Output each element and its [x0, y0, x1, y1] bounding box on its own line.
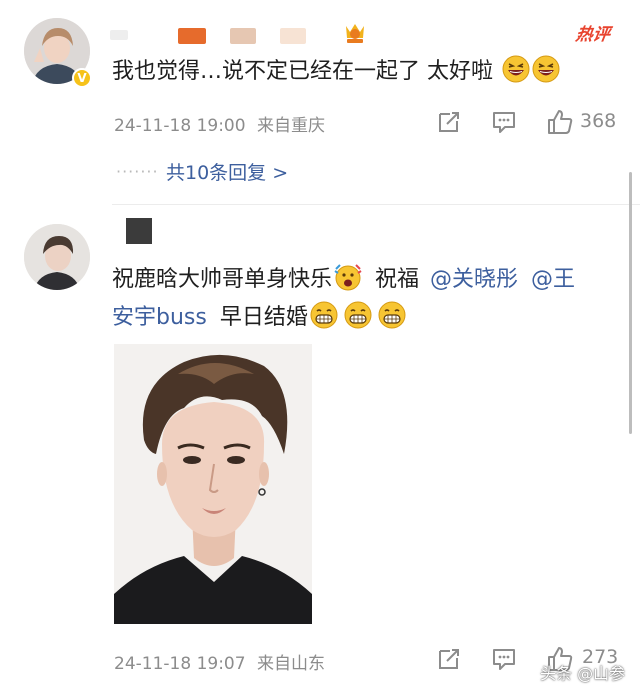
- like-count: 368: [580, 110, 617, 132]
- grinning-face-icon: [378, 301, 406, 329]
- laughing-face-icon: [502, 55, 530, 83]
- redacted-username: [110, 30, 128, 40]
- share-icon[interactable]: [436, 646, 462, 672]
- share-icon[interactable]: [436, 109, 462, 135]
- hot-comment-badge: 热评: [574, 25, 612, 45]
- mention-link[interactable]: @王: [531, 267, 575, 292]
- comment-meta: 24-11-18 19:00 来自重庆: [114, 111, 325, 136]
- comment-divider: [112, 204, 640, 205]
- comment-text-line2: 安宇buss 早日结婚: [112, 298, 406, 338]
- timestamp: 24-11-18 19:00: [114, 116, 246, 136]
- redacted-username: [178, 28, 206, 44]
- redacted-username: [230, 28, 256, 44]
- verified-badge-icon: V: [72, 68, 92, 88]
- location: 来自重庆: [256, 116, 325, 136]
- comment-icon[interactable]: [491, 109, 517, 135]
- view-replies-link[interactable]: 共10条回复 >: [166, 158, 288, 185]
- comment-attached-image[interactable]: [114, 344, 312, 624]
- level-badge-icon: [346, 24, 364, 43]
- timestamp: 24-11-18 19:07: [114, 654, 246, 674]
- comment-body: 早日结婚: [219, 305, 308, 330]
- like-icon[interactable]: [546, 108, 574, 136]
- redacted-username: [280, 28, 306, 44]
- redacted-username: [126, 218, 152, 244]
- comment-icon[interactable]: [491, 646, 517, 672]
- comment-body: 我也觉得…说不定已经在一起了 太好啦: [112, 59, 493, 84]
- source-watermark: 头条 @山参: [540, 664, 626, 683]
- replies-dots: ·······: [116, 162, 159, 181]
- commenter-avatar[interactable]: [24, 224, 90, 290]
- comment-meta: 24-11-18 19:07 来自山东: [114, 649, 325, 674]
- celebrating-face-icon: [334, 264, 362, 291]
- mention-link[interactable]: @关晓彤: [430, 267, 518, 292]
- grinning-face-icon: [310, 301, 338, 329]
- laughing-face-icon: [532, 55, 560, 83]
- comment-text: 我也觉得…说不定已经在一起了 太好啦: [112, 52, 560, 92]
- scrollbar[interactable]: [629, 172, 632, 434]
- location: 来自山东: [256, 654, 325, 674]
- comment-text-line1: 祝鹿晗大帅哥单身快乐 祝福 @关晓彤 @王: [112, 260, 575, 300]
- comment-body: 祝鹿晗大帅哥单身快乐: [112, 267, 333, 292]
- grinning-face-icon: [344, 301, 372, 329]
- comment-body: 祝福: [375, 267, 420, 292]
- mention-link[interactable]: 安宇buss: [112, 305, 207, 330]
